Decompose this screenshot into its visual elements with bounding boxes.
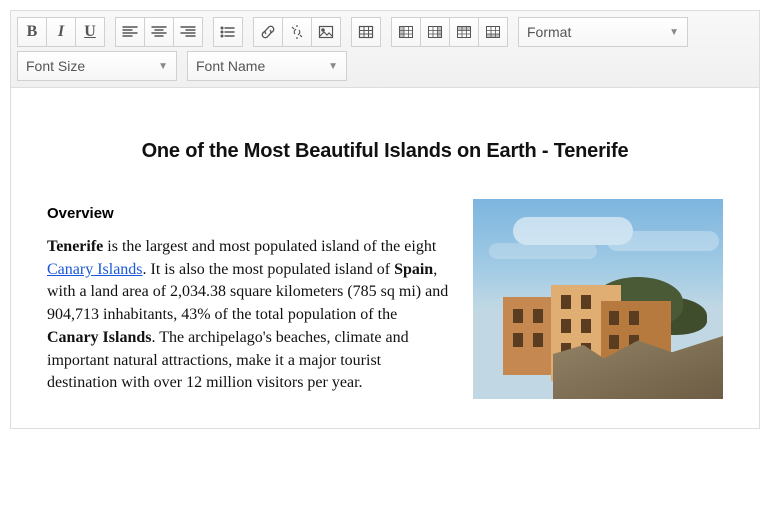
table-edit-group	[391, 17, 508, 47]
insert-image-button[interactable]	[311, 17, 341, 47]
link-canary-islands[interactable]: Canary Islands	[47, 261, 143, 278]
italic-icon: I	[58, 23, 64, 41]
rich-text-editor: B I U	[10, 10, 760, 429]
format-dropdown-label: Format	[527, 24, 571, 40]
align-group	[115, 17, 203, 47]
font-name-dropdown[interactable]: Font Name ▼	[187, 51, 347, 81]
overview-paragraph[interactable]: Tenerife is the largest and most populat…	[47, 236, 449, 395]
insert-column-left-button[interactable]	[391, 17, 421, 47]
image-icon	[318, 24, 334, 40]
chevron-down-icon: ▼	[669, 27, 679, 38]
term-spain: Spain	[394, 261, 433, 278]
row-above-icon	[456, 24, 472, 40]
text-fragment: . It is also the most populated island o…	[143, 261, 395, 278]
text-style-group: B I U	[17, 17, 105, 47]
list-icon	[220, 24, 236, 40]
link-icon	[260, 24, 276, 40]
align-center-icon	[151, 24, 167, 40]
underline-button[interactable]: U	[75, 17, 105, 47]
font-size-label: Font Size	[26, 58, 85, 74]
font-size-dropdown[interactable]: Font Size ▼	[17, 51, 177, 81]
font-name-label: Font Name	[196, 58, 265, 74]
insert-column-right-button[interactable]	[420, 17, 450, 47]
italic-button[interactable]: I	[46, 17, 76, 47]
unlink-icon	[289, 24, 305, 40]
bulleted-list-button[interactable]	[213, 17, 243, 47]
editor-toolbar: B I U	[11, 11, 759, 88]
editor-content[interactable]: One of the Most Beautiful Islands on Ear…	[11, 88, 759, 428]
image-clouds	[513, 217, 633, 245]
table-group	[351, 17, 381, 47]
chevron-down-icon: ▼	[328, 61, 338, 72]
bold-button[interactable]: B	[17, 17, 47, 47]
table-icon	[358, 24, 374, 40]
document-title[interactable]: One of the Most Beautiful Islands on Ear…	[47, 140, 723, 163]
text-fragment: is the largest and most populated island…	[103, 238, 436, 255]
align-center-button[interactable]	[144, 17, 174, 47]
align-right-icon	[180, 24, 196, 40]
link-button[interactable]	[253, 17, 283, 47]
term-canary-islands: Canary Islands	[47, 329, 151, 346]
insert-table-button[interactable]	[351, 17, 381, 47]
col-left-icon	[398, 24, 414, 40]
insert-row-above-button[interactable]	[449, 17, 479, 47]
align-left-icon	[122, 24, 138, 40]
row-below-icon	[485, 24, 501, 40]
insert-row-below-button[interactable]	[478, 17, 508, 47]
align-right-button[interactable]	[173, 17, 203, 47]
bold-icon: B	[27, 23, 38, 41]
col-right-icon	[427, 24, 443, 40]
chevron-down-icon: ▼	[158, 61, 168, 72]
list-group	[213, 17, 243, 47]
align-left-button[interactable]	[115, 17, 145, 47]
insert-group	[253, 17, 341, 47]
document-image[interactable]	[473, 199, 723, 399]
term-tenerife: Tenerife	[47, 238, 103, 255]
format-dropdown[interactable]: Format ▼	[518, 17, 688, 47]
underline-icon: U	[84, 23, 96, 41]
section-heading-overview[interactable]: Overview	[47, 205, 449, 222]
unlink-button[interactable]	[282, 17, 312, 47]
